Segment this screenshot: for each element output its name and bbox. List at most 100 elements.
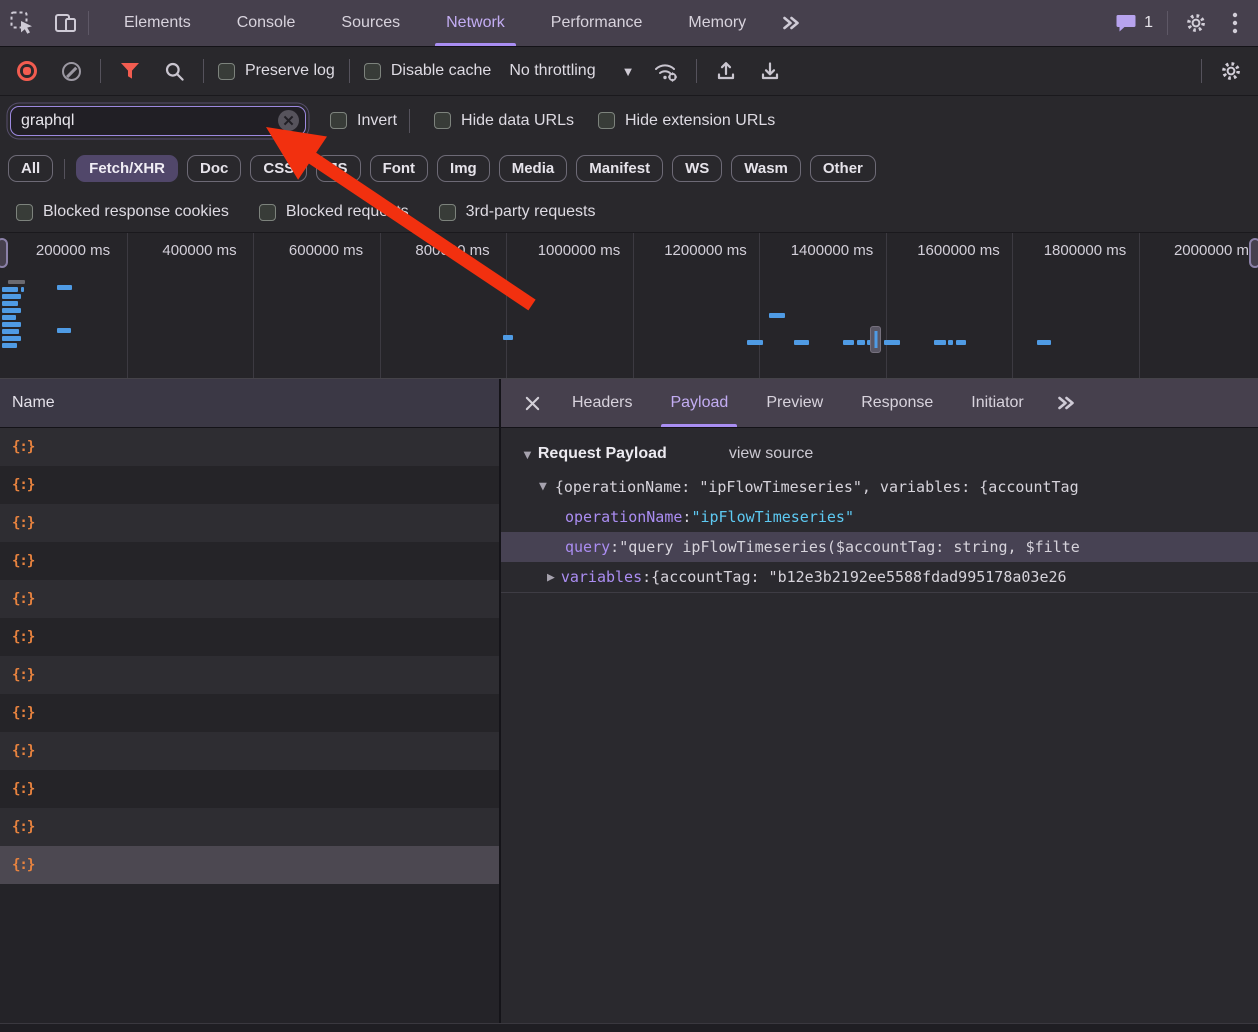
waterfall-bar xyxy=(948,340,953,345)
expand-triangle-icon: ▶ xyxy=(547,570,555,585)
request-row[interactable]: {:} xyxy=(0,732,499,770)
more-tabs-icon[interactable] xyxy=(769,0,813,46)
blocked-requests-checkbox[interactable]: Blocked requests xyxy=(259,203,409,221)
message-bubble-icon xyxy=(1115,13,1137,33)
timeline-tick-label: 1800000 ms xyxy=(1044,242,1127,259)
filter-chip-other[interactable]: Other xyxy=(810,155,876,182)
settings-gear-icon[interactable] xyxy=(1182,11,1210,35)
request-row[interactable]: {:} xyxy=(0,504,499,542)
payload-tab-content: ▼ Request Payload view source ▼ {operati… xyxy=(501,428,1258,1032)
request-payload-section-header[interactable]: ▼ Request Payload view source xyxy=(501,428,1258,471)
throttling-value: No throttling xyxy=(509,62,595,80)
filter-chip-media[interactable]: Media xyxy=(499,155,568,182)
request-row[interactable]: {:} xyxy=(0,808,499,846)
details-tab-response[interactable]: Response xyxy=(842,379,952,427)
timeline-tick-label: 1600000 ms xyxy=(917,242,1000,259)
import-har-button[interactable] xyxy=(711,56,741,86)
divider xyxy=(696,59,697,83)
device-toolbar-icon[interactable] xyxy=(44,0,88,46)
filter-funnel-button[interactable] xyxy=(115,56,145,86)
issues-count: 1 xyxy=(1144,14,1153,32)
kebab-menu-icon[interactable] xyxy=(1224,12,1246,34)
funnel-icon xyxy=(120,62,140,80)
clear-filter-icon[interactable]: ✕ xyxy=(278,110,299,131)
divider xyxy=(1201,59,1202,83)
throttling-dropdown[interactable]: No throttling ▼ xyxy=(509,62,634,80)
filter-chip-all[interactable]: All xyxy=(8,155,53,182)
request-row[interactable]: {:} xyxy=(0,466,499,504)
request-row[interactable]: {:} xyxy=(0,770,499,808)
tab-memory[interactable]: Memory xyxy=(665,0,769,46)
details-tab-headers[interactable]: Headers xyxy=(553,379,651,427)
tab-network[interactable]: Network xyxy=(423,0,528,46)
filter-chip-js[interactable]: JS xyxy=(316,155,360,182)
filter-chip-css[interactable]: CSS xyxy=(250,155,307,182)
payload-row-variables[interactable]: ▶variables: {accountTag: "b12e3b2192ee55… xyxy=(501,562,1258,592)
network-conditions-button[interactable] xyxy=(648,56,682,86)
payload-row-operationname[interactable]: operationName: "ipFlowTimeseries" xyxy=(501,502,1258,532)
payload-key: query xyxy=(565,538,610,556)
tab-performance[interactable]: Performance xyxy=(528,0,666,46)
request-row[interactable]: {:} xyxy=(0,694,499,732)
payload-row-query[interactable]: query: "query ipFlowTimeseries($accountT… xyxy=(501,532,1258,562)
request-row[interactable]: {:} xyxy=(0,846,499,884)
requests-panel: Name {:}{:}{:}{:}{:}{:}{:}{:}{:}{:}{:}{:… xyxy=(0,379,501,1032)
details-tab-initiator[interactable]: Initiator xyxy=(952,379,1042,427)
details-tab-bar: HeadersPayloadPreviewResponseInitiator xyxy=(501,379,1258,428)
request-row[interactable]: {:} xyxy=(0,656,499,694)
tab-sources[interactable]: Sources xyxy=(318,0,423,46)
payload-summary-row[interactable]: ▼ {operationName: "ipFlowTimeseries", va… xyxy=(501,471,1258,502)
tab-console[interactable]: Console xyxy=(214,0,319,46)
overview-right-handle[interactable] xyxy=(1249,238,1258,268)
filter-chip-manifest[interactable]: Manifest xyxy=(576,155,663,182)
hide-extension-urls-checkbox[interactable]: Hide extension URLs xyxy=(598,112,775,130)
filter-chip-doc[interactable]: Doc xyxy=(187,155,241,182)
request-row[interactable]: {:} xyxy=(0,580,499,618)
issues-button[interactable]: 1 xyxy=(1115,13,1153,33)
clear-network-log-button[interactable] xyxy=(56,56,86,86)
details-tab-preview[interactable]: Preview xyxy=(747,379,842,427)
filter-chip-fetch-xhr[interactable]: Fetch/XHR xyxy=(76,155,178,182)
checkbox xyxy=(259,204,276,221)
filter-chip-font[interactable]: Font xyxy=(370,155,428,182)
preserve-log-checkbox[interactable]: Preserve log xyxy=(218,62,335,80)
view-source-link[interactable]: view source xyxy=(729,445,813,463)
name-column-header[interactable]: Name xyxy=(0,379,499,428)
disable-cache-checkbox[interactable]: Disable cache xyxy=(364,62,492,80)
divider xyxy=(409,109,410,133)
payload-value: "query ipFlowTimeseries($accountTag: str… xyxy=(619,538,1080,556)
payload-colon: : xyxy=(610,538,619,556)
export-har-button[interactable] xyxy=(755,56,785,86)
record-icon xyxy=(17,61,37,81)
filter-chip-img[interactable]: Img xyxy=(437,155,490,182)
waterfall-bar xyxy=(843,340,854,345)
hide-data-urls-checkbox[interactable]: Hide data URLs xyxy=(434,112,574,130)
request-row[interactable]: {:} xyxy=(0,428,499,466)
timeline-gridline xyxy=(759,233,760,378)
record-network-log-button[interactable] xyxy=(12,56,42,86)
details-tab-payload[interactable]: Payload xyxy=(651,379,747,427)
filter-chip-ws[interactable]: WS xyxy=(672,155,722,182)
network-overview-timeline[interactable]: 200000 ms400000 ms600000 ms800000 ms1000… xyxy=(0,233,1258,379)
payload-colon: : xyxy=(642,568,651,586)
request-row[interactable]: {:} xyxy=(0,618,499,656)
3rd-party-requests-checkbox[interactable]: 3rd-party requests xyxy=(439,203,596,221)
filter-chip-wasm[interactable]: Wasm xyxy=(731,155,801,182)
search-button[interactable] xyxy=(159,56,189,86)
request-details-panel: HeadersPayloadPreviewResponseInitiator ▼… xyxy=(501,379,1258,1032)
json-braces-icon: {:} xyxy=(12,743,34,759)
overview-left-handle[interactable] xyxy=(0,238,8,268)
more-details-tabs-icon[interactable] xyxy=(1043,379,1089,427)
blocked-response-cookies-checkbox[interactable]: Blocked response cookies xyxy=(16,203,229,221)
timeline-gridline xyxy=(506,233,507,378)
request-row[interactable]: {:} xyxy=(0,542,499,580)
inspect-element-icon[interactable] xyxy=(0,0,44,46)
filter-input[interactable] xyxy=(21,112,278,130)
tab-elements[interactable]: Elements xyxy=(101,0,214,46)
invert-checkbox[interactable]: Invert xyxy=(330,112,397,130)
network-settings-gear-icon[interactable] xyxy=(1216,56,1246,86)
close-details-button[interactable] xyxy=(511,379,553,427)
disable-cache-label: Disable cache xyxy=(391,62,492,80)
waterfall-bar xyxy=(747,340,763,345)
devtools-window: ElementsConsoleSourcesNetworkPerformance… xyxy=(0,0,1258,1032)
